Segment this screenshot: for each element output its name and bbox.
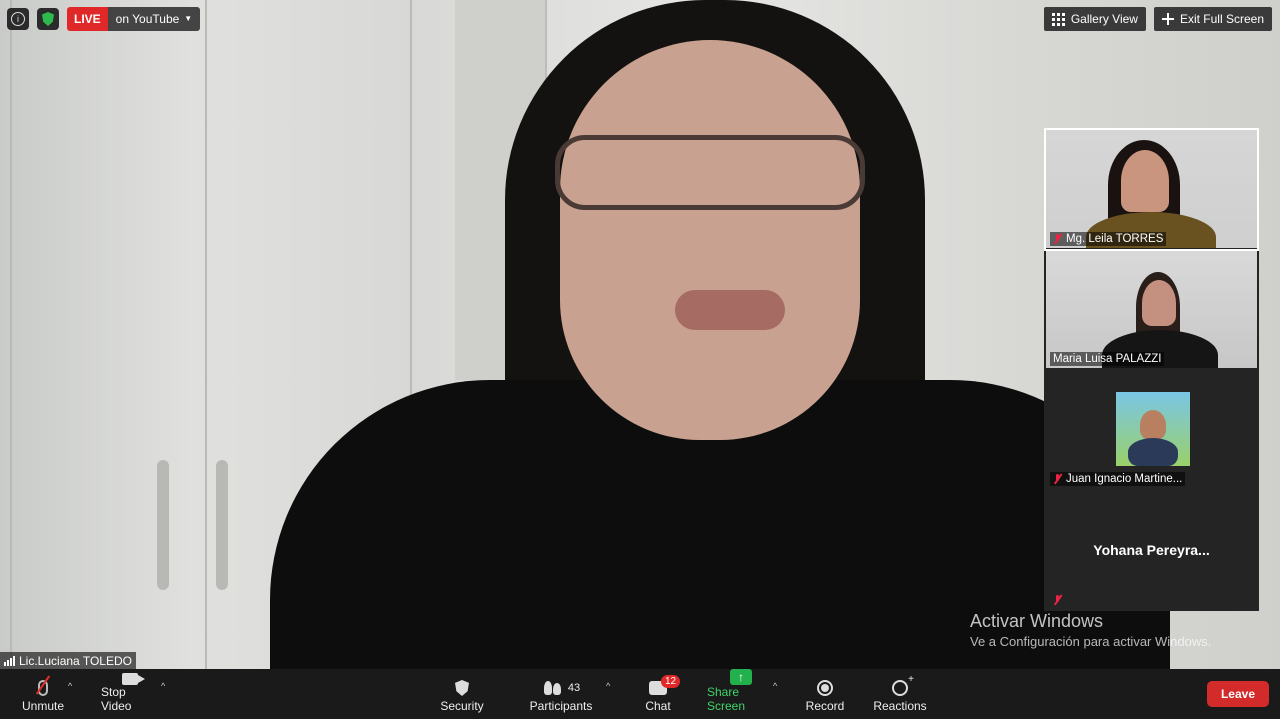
participant-name-tag: Juan Ignacio Martine... — [1050, 472, 1186, 486]
top-right-controls: Gallery View Exit Full Screen — [1043, 7, 1272, 31]
stop-video-label: Stop Video — [101, 685, 132, 713]
shield-check-icon — [42, 12, 54, 26]
record-icon — [817, 680, 833, 696]
participants-label: Participants — [529, 699, 593, 713]
exit-fullscreen-icon — [1161, 13, 1174, 25]
video-camera-icon — [122, 673, 145, 685]
participants-options-chevron-icon[interactable]: ^ — [606, 681, 610, 691]
participant-face — [1140, 410, 1166, 440]
reactions-button[interactable]: Reactions — [873, 673, 927, 717]
unmute-label: Unmute — [21, 699, 65, 713]
windows-activation-title: Activar Windows — [970, 611, 1104, 631]
reactions-icon-wrap — [892, 674, 914, 699]
stream-target-dropdown[interactable]: on YouTube ▼ — [107, 7, 201, 31]
participants-icon-wrap: 43 — [542, 677, 580, 699]
speaker-glasses — [555, 135, 865, 210]
smiley-add-icon — [892, 674, 914, 696]
live-badge: LIVE — [67, 7, 108, 31]
meeting-toolbar: Unmute ^ Stop Video ^ Security 43 Partic… — [0, 669, 1280, 719]
meeting-info-button[interactable]: i — [7, 8, 29, 30]
cabinet-handle — [157, 460, 169, 590]
participant-name: Juan Ignacio Martine... — [1066, 473, 1183, 485]
windows-activation-subtitle: Ve a Configuración para activar Windows. — [970, 634, 1212, 649]
live-stream-indicator[interactable]: LIVE on YouTube ▼ — [67, 7, 201, 31]
security-label: Security — [440, 699, 484, 713]
mic-icon-wrap — [35, 675, 51, 699]
muted-mic-icon — [1053, 595, 1062, 605]
record-button[interactable]: Record — [806, 673, 844, 717]
stop-video-button[interactable]: Stop Video — [101, 673, 159, 717]
share-screen-button[interactable]: ↑ Share Screen — [707, 669, 775, 717]
participant-face — [1142, 280, 1176, 326]
camera-icon-wrap — [122, 673, 145, 685]
video-options-chevron-icon[interactable]: ^ — [161, 681, 165, 691]
security-icon-wrap — [455, 677, 469, 699]
participant-avatar-image — [1116, 392, 1190, 466]
stream-target-label: on YouTube — [115, 12, 180, 26]
exit-full-screen-label: Exit Full Screen — [1179, 12, 1264, 26]
participant-name-centered: Yohana Pereyra... — [1093, 542, 1210, 558]
chat-bubble-icon: 12 — [649, 675, 681, 695]
reactions-label: Reactions — [873, 699, 927, 713]
cabinet-edge — [205, 0, 207, 669]
participant-name-tag: Maria Luisa PALAZZI — [1050, 352, 1165, 366]
caret-down-icon: ▼ — [184, 14, 193, 23]
cabinet-edge — [10, 0, 12, 669]
cabinet-handle — [216, 460, 228, 590]
participant-name-tag — [1050, 594, 1065, 606]
people-icon — [542, 681, 564, 695]
signal-strength-icon — [4, 655, 15, 666]
shield-icon — [455, 680, 469, 696]
speaker-lips — [675, 290, 785, 330]
participant-tile[interactable]: Maria Luisa PALAZZI — [1046, 250, 1257, 368]
record-icon-wrap — [817, 677, 833, 699]
grid-icon — [1051, 12, 1065, 26]
speaker-name-tag: Lic.Luciana TOLEDO — [0, 652, 136, 669]
active-speaker-border — [1044, 128, 1259, 251]
participants-button[interactable]: 43 Participants — [530, 673, 592, 717]
unmute-button[interactable]: Unmute — [22, 673, 64, 717]
gallery-view-button[interactable]: Gallery View — [1043, 7, 1146, 31]
participant-name: Maria Luisa PALAZZI — [1053, 353, 1162, 365]
audio-options-chevron-icon[interactable]: ^ — [68, 681, 72, 691]
encryption-button[interactable] — [37, 8, 59, 30]
participant-tile[interactable]: Juan Ignacio Martine... — [1046, 370, 1257, 488]
security-button[interactable]: Security — [440, 673, 484, 717]
muted-mic-icon — [1053, 474, 1062, 484]
gallery-view-label: Gallery View — [1070, 12, 1138, 26]
participants-count: 43 — [567, 682, 581, 694]
chat-button[interactable]: 12 Chat — [643, 673, 681, 717]
speaker-face — [560, 40, 860, 440]
info-icon: i — [11, 12, 25, 26]
share-options-chevron-icon[interactable]: ^ — [773, 681, 777, 691]
chat-icon-wrap: 12 — [649, 675, 681, 699]
chat-unread-badge: 12 — [661, 675, 681, 688]
record-label: Record — [805, 699, 845, 713]
participant-tile[interactable]: Yohana Pereyra... — [1046, 490, 1257, 608]
leave-button[interactable]: Leave — [1206, 681, 1269, 707]
top-left-controls: i LIVE on YouTube ▼ — [7, 7, 201, 31]
participant-body — [1128, 438, 1178, 466]
share-icon-wrap: ↑ — [730, 669, 752, 685]
chat-label: Chat — [645, 699, 671, 713]
share-screen-label: Share Screen — [707, 685, 746, 713]
share-arrow-icon: ↑ — [730, 669, 752, 685]
speaker-name: Lic.Luciana TOLEDO — [19, 653, 132, 668]
exit-full-screen-button[interactable]: Exit Full Screen — [1153, 7, 1272, 31]
